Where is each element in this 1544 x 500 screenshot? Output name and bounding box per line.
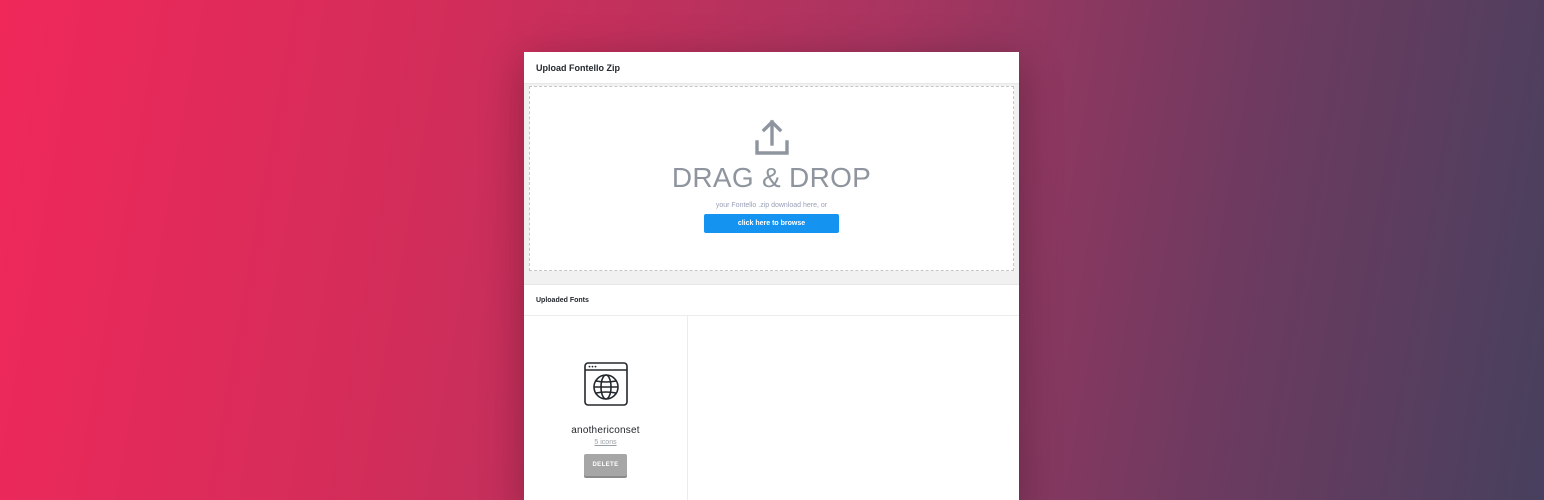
fontello-upload-panel: Upload Fontello Zip DRAG & DROP your Fon… — [524, 52, 1019, 500]
font-card: anothericonset 5 icons DELETE — [524, 316, 688, 500]
uploaded-fonts-header: Uploaded Fonts — [524, 285, 1019, 316]
drag-drop-heading: DRAG & DROP — [671, 162, 872, 193]
uploaded-fonts-title: Uploaded Fonts — [536, 296, 589, 304]
dropzone[interactable]: DRAG & DROP your Fontello .zip download … — [529, 86, 1014, 271]
upload-icon — [754, 119, 789, 155]
font-icon-count-link[interactable]: 5 icons — [594, 439, 616, 446]
upload-area: DRAG & DROP your Fontello .zip download … — [524, 84, 1019, 285]
uploaded-fonts-grid: anothericonset 5 icons DELETE — [524, 316, 1019, 500]
upload-panel-header: Upload Fontello Zip — [524, 52, 1019, 84]
delete-font-button[interactable]: DELETE — [584, 454, 627, 476]
font-name: anothericonset — [571, 425, 640, 436]
drag-drop-subtext: your Fontello .zip download here, or — [715, 202, 828, 209]
upload-panel-title: Upload Fontello Zip — [536, 62, 620, 73]
browse-button[interactable]: click here to browse — [704, 214, 839, 233]
globe-window-icon — [583, 362, 628, 406]
